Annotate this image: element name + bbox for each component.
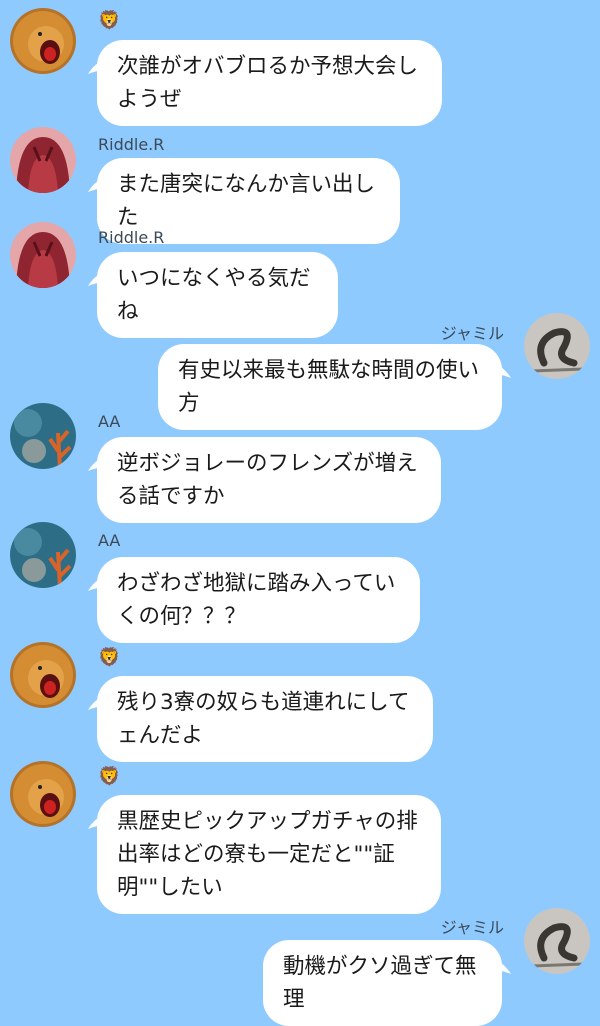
coral-avatar[interactable] — [10, 403, 76, 469]
sender-name: ジャミル — [440, 324, 504, 343]
message-bubble[interactable]: 逆ボジョレーのフレンズが増える話ですか — [88, 437, 441, 523]
message-text: また唐突になんか言い出した — [117, 172, 376, 230]
lion-avatar[interactable] — [10, 761, 76, 827]
sender-name: Riddle.R — [98, 135, 165, 154]
message-bubble[interactable]: わざわざ地獄に踏み入っていくの何？？？ — [88, 557, 420, 643]
sender-name: 🦁 — [98, 766, 121, 787]
snake-avatar[interactable] — [524, 313, 590, 379]
message-text: 黒歴史ピックアップガチャの排出率はどの寮も一定だと""証明""したい — [117, 809, 418, 900]
message-text: わざわざ地獄に踏み入っていくの何？？？ — [117, 571, 396, 629]
sender-name: ジャミル — [440, 918, 504, 937]
message-text: 残り3寮の奴らも道連れにしてェんだよ — [117, 690, 410, 748]
message-bubble[interactable]: 動機がクソ過ぎて無理 — [263, 940, 511, 1026]
message-text: 有史以来最も無駄な時間の使い方 — [178, 358, 480, 416]
message-bubble[interactable]: 有史以来最も無駄な時間の使い方 — [158, 344, 511, 430]
coral-avatar[interactable] — [10, 522, 76, 588]
message-bubble[interactable]: 残り3寮の奴らも道連れにしてェんだよ — [88, 676, 433, 762]
message-bubble[interactable]: 黒歴史ピックアップガチャの排出率はどの寮も一定だと""証明""したい — [88, 795, 441, 914]
sender-name: 🦁 — [98, 10, 121, 31]
snake-avatar[interactable] — [524, 908, 590, 974]
message-text: 逆ボジョレーのフレンズが増える話ですか — [117, 451, 418, 509]
message-text: いつになくやる気だね — [117, 266, 311, 324]
lion-avatar[interactable] — [10, 8, 76, 74]
red-hair-avatar[interactable] — [10, 222, 76, 288]
red-hair-avatar[interactable] — [10, 127, 76, 193]
sender-name: 🦁 — [98, 647, 121, 668]
sender-name: Riddle.R — [98, 228, 165, 247]
sender-name: AA — [98, 531, 121, 550]
message-bubble[interactable]: いつになくやる気だね — [88, 252, 338, 338]
lion-avatar[interactable] — [10, 642, 76, 708]
sender-name: AA — [98, 412, 121, 431]
message-text: 動機がクソ過ぎて無理 — [283, 954, 477, 1012]
message-text: 次誰がオバブロるか予想大会しようぜ — [117, 54, 419, 112]
message-bubble[interactable]: 次誰がオバブロるか予想大会しようぜ — [88, 40, 442, 126]
